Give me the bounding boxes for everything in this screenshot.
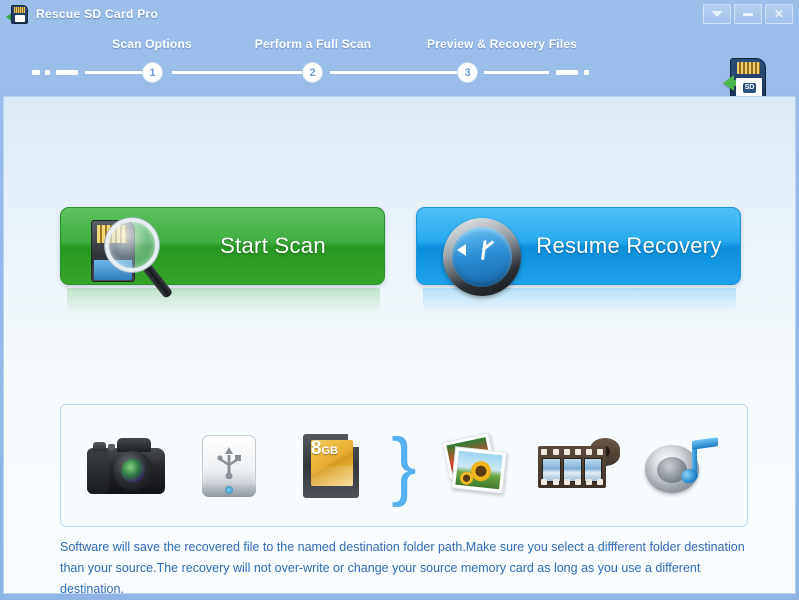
sd-memory-card-rescue-icon: SD xyxy=(730,58,766,101)
progress-stepper: Scan Options Perform a Full Scan Preview… xyxy=(0,28,799,96)
stepper-track: 1 2 3 xyxy=(0,69,799,75)
content-area: Start Scan Resume Recovery xyxy=(3,96,796,594)
camera-icon xyxy=(84,420,168,512)
photos-icon xyxy=(435,420,519,512)
sd-capacity-value: 8 xyxy=(311,438,322,459)
action-buttons: Start Scan Resume Recovery xyxy=(4,207,796,327)
step-circle-2[interactable]: 2 xyxy=(302,62,323,83)
video-film-icon xyxy=(537,420,621,512)
clock-restore-icon xyxy=(439,214,525,300)
brace-separator-icon: } xyxy=(391,436,416,496)
resume-recovery-button[interactable]: Resume Recovery xyxy=(416,207,741,285)
step-label-3: Preview & Recovery Files xyxy=(427,37,577,51)
close-icon: ✕ xyxy=(774,8,784,20)
sd-label: SD xyxy=(743,83,756,93)
window-controls: ✕ xyxy=(703,4,793,24)
sd-card-icon: 8GB xyxy=(289,420,373,512)
app-sd-card-icon xyxy=(6,5,28,24)
step-label-1: Scan Options xyxy=(112,37,192,51)
magnifier-sdcard-icon xyxy=(79,212,171,304)
supported-devices-panel: 8GB } xyxy=(60,404,748,527)
minimize-button[interactable] xyxy=(734,4,762,24)
step-labels: Scan Options Perform a Full Scan Preview… xyxy=(0,37,799,55)
start-scan-label: Start Scan xyxy=(167,233,379,259)
audio-icon xyxy=(640,420,724,512)
step-label-2: Perform a Full Scan xyxy=(255,37,372,51)
usb-drive-icon xyxy=(187,420,271,512)
destination-note: Software will save the recovered file to… xyxy=(60,537,754,594)
step-circle-3[interactable]: 3 xyxy=(457,62,478,83)
usb-symbol-icon xyxy=(215,445,243,479)
window-title: Rescue SD Card Pro xyxy=(36,7,158,21)
start-scan-button[interactable]: Start Scan xyxy=(60,207,385,285)
sd-capacity-unit: GB xyxy=(321,445,338,457)
step-circle-1[interactable]: 1 xyxy=(142,62,163,83)
close-button[interactable]: ✕ xyxy=(765,4,793,24)
resume-recovery-label: Resume Recovery xyxy=(523,233,735,259)
application-window: Rescue SD Card Pro ✕ Scan Options Perfor… xyxy=(0,0,799,600)
title-bar: Rescue SD Card Pro ✕ xyxy=(0,0,799,28)
chevron-down-icon xyxy=(711,11,723,17)
collapse-button[interactable] xyxy=(703,4,731,24)
minimize-icon xyxy=(743,13,753,16)
